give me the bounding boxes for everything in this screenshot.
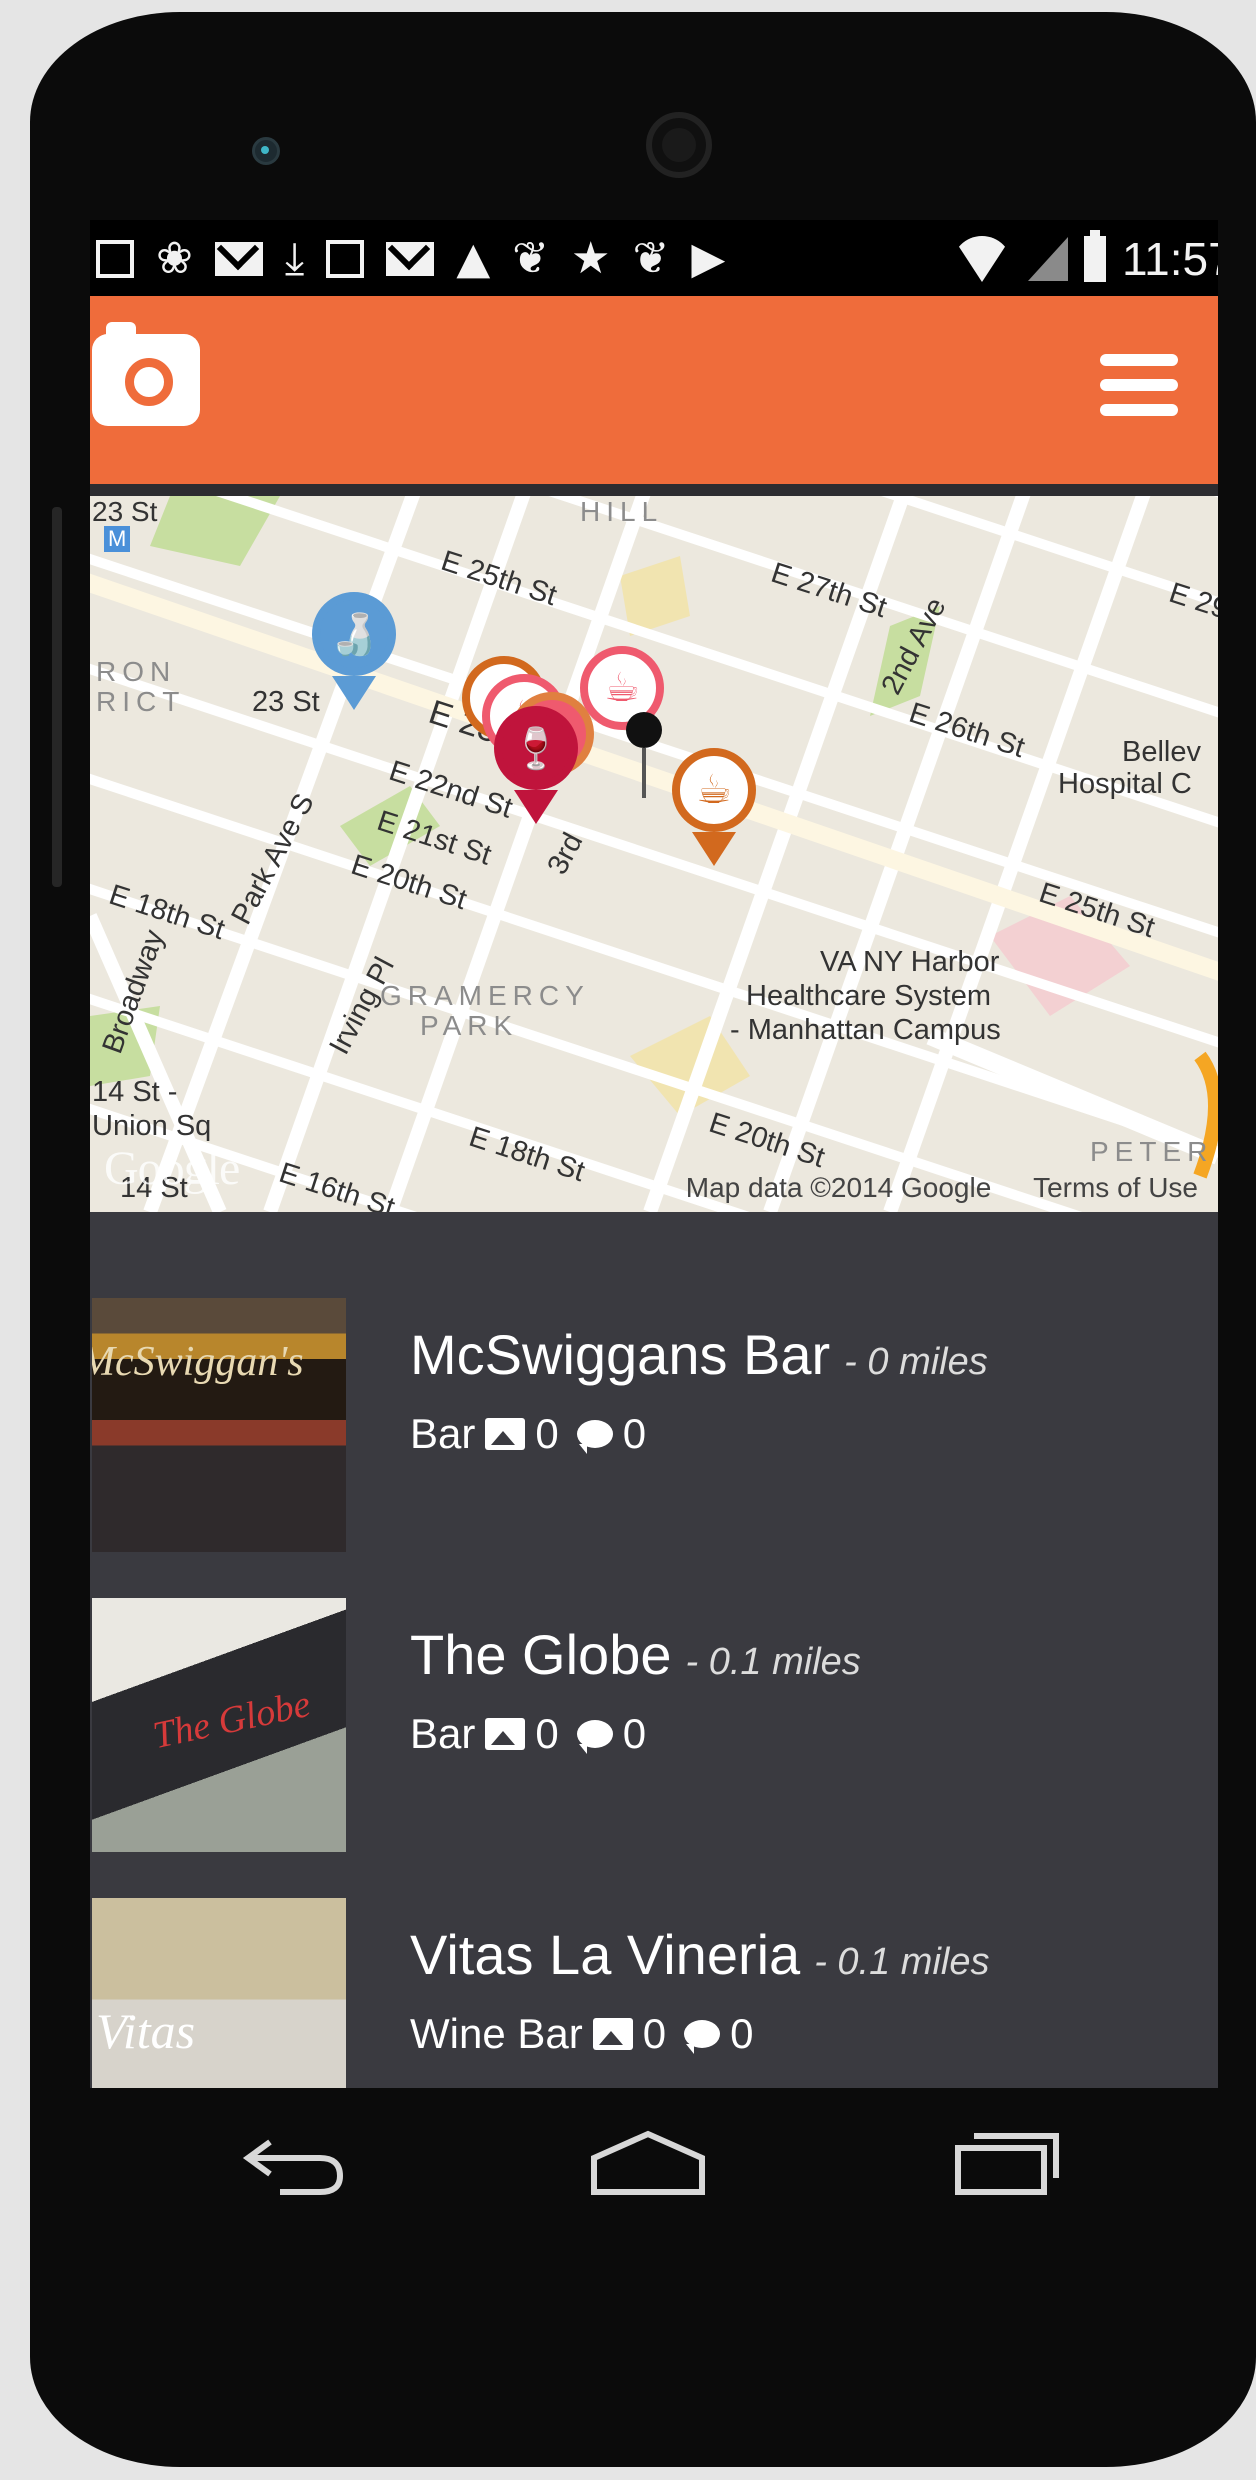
venue-meta: Bar 0 0 bbox=[410, 1710, 646, 1758]
map-label: Bellev bbox=[1122, 736, 1201, 768]
venue-type: Bar bbox=[410, 1410, 476, 1457]
wine-bottle-pin-icon[interactable]: 🍶 bbox=[312, 592, 396, 710]
venue-meta: Wine Bar 0 0 bbox=[410, 2010, 753, 2058]
venue-title: McSwiggans Bar - 0 miles bbox=[410, 1322, 988, 1387]
terms-link[interactable]: Terms of Use bbox=[1033, 1172, 1198, 1203]
map-label: GRAMERCY bbox=[380, 980, 590, 1011]
venue-name: Vitas La Vineria bbox=[410, 1923, 801, 1986]
warning-icon: ▲ bbox=[456, 233, 491, 284]
photo-icon bbox=[485, 1418, 526, 1450]
venue-thumbnail: McSwiggan's bbox=[92, 1298, 346, 1552]
map-label: Union Sq bbox=[92, 1110, 212, 1142]
map-label: Healthcare System bbox=[746, 980, 991, 1012]
venue-title: Vitas La Vineria - 0.1 miles bbox=[410, 1922, 989, 1987]
signal-icon bbox=[1028, 237, 1068, 281]
header-divider bbox=[90, 484, 1218, 496]
map-label: PETER bbox=[1090, 1136, 1214, 1167]
venue-type: Bar bbox=[410, 1710, 476, 1757]
thumbnail-sign: Vitas bbox=[96, 2003, 196, 2059]
twitter-icon: ❦ bbox=[512, 233, 550, 284]
photo-count: 0 bbox=[642, 2010, 667, 2057]
mail-icon bbox=[214, 242, 263, 276]
comment-count: 0 bbox=[622, 1410, 647, 1457]
venue-distance: - 0.1 miles bbox=[685, 1641, 861, 1683]
map-label: - Manhattan Campus bbox=[730, 1014, 1001, 1046]
image-icon bbox=[326, 240, 365, 278]
thumbnail-sign: McSwiggan's bbox=[92, 1339, 304, 1385]
venue-meta: Bar 0 0 bbox=[410, 1410, 646, 1458]
list-item[interactable]: Vitas Vitas La Vineria - 0.1 miles Wine B… bbox=[90, 1870, 1218, 2088]
map-data-text: Map data ©2014 Google bbox=[685, 1172, 992, 1203]
list-item[interactable]: The Globe The Globe - 0.1 miles Bar 0 0 bbox=[90, 1570, 1218, 1852]
coffee-pin-icon[interactable]: ☕ bbox=[672, 748, 756, 866]
map-view[interactable]: 23 St M HILL E 25th St E 27th St 2nd Ave… bbox=[90, 496, 1218, 1212]
venue-thumbnail: Vitas bbox=[92, 1898, 346, 2088]
venue-name: McSwiggans Bar bbox=[410, 1323, 831, 1386]
venue-title: The Globe - 0.1 miles bbox=[410, 1622, 861, 1687]
photo-count: 0 bbox=[535, 1710, 559, 1757]
comment-icon bbox=[576, 1720, 613, 1754]
battery-icon bbox=[1084, 230, 1106, 282]
venue-thumbnail: The Globe bbox=[92, 1598, 346, 1852]
recents-icon[interactable] bbox=[952, 2128, 1062, 2198]
list-item[interactable]: McSwiggan's McSwiggans Bar - 0 miles Bar … bbox=[90, 1270, 1218, 1552]
plus-box-icon bbox=[96, 240, 134, 278]
download-icon: ⤓ bbox=[284, 233, 305, 284]
screen: ❀ ⤓ ▲ ❦ ★ ❦ ▶ 11:57 bbox=[90, 220, 1218, 2088]
hamburger-menu-icon[interactable] bbox=[1100, 354, 1178, 424]
mail-icon bbox=[386, 242, 435, 276]
navigation-bar bbox=[90, 2088, 1218, 2268]
subway-icon: M bbox=[104, 526, 131, 552]
star-icon: ★ bbox=[571, 233, 611, 284]
map-label: 23 St bbox=[252, 686, 320, 718]
venue-name: The Globe bbox=[410, 1623, 672, 1686]
app-header bbox=[90, 296, 1218, 484]
map-label: 23 St bbox=[92, 496, 158, 527]
comment-icon bbox=[684, 2020, 721, 2054]
comment-icon bbox=[576, 1420, 613, 1454]
map-label: RON bbox=[96, 656, 177, 687]
link-icon: ❀ bbox=[156, 233, 193, 284]
wine-glass-pin-icon[interactable]: 🍷 bbox=[494, 706, 578, 824]
status-bar: ❀ ⤓ ▲ ❦ ★ ❦ ▶ 11:57 bbox=[90, 220, 1218, 296]
sensor-icon bbox=[252, 137, 280, 165]
comment-count: 0 bbox=[622, 1710, 647, 1757]
map-label: 14 St - bbox=[92, 1076, 178, 1108]
google-logo: Google bbox=[104, 1142, 240, 1195]
wifi-icon bbox=[952, 236, 1012, 282]
front-camera-icon bbox=[646, 112, 712, 178]
youtube-icon: ▶ bbox=[691, 233, 726, 284]
venue-distance: - 0.1 miles bbox=[814, 1941, 990, 1983]
back-icon[interactable] bbox=[240, 2128, 350, 2198]
home-icon[interactable] bbox=[588, 2128, 708, 2198]
twitter-icon: ❦ bbox=[632, 233, 670, 284]
map-label: RICT bbox=[96, 686, 186, 717]
map-label: VA NY Harbor bbox=[820, 946, 1000, 978]
map-label: HILL bbox=[580, 496, 664, 527]
thumbnail-sign: The Globe bbox=[149, 1682, 314, 1758]
venue-type: Wine Bar bbox=[410, 2010, 583, 2057]
side-button bbox=[52, 507, 62, 887]
venue-distance: - 0 miles bbox=[844, 1341, 988, 1383]
comment-count: 0 bbox=[730, 2010, 754, 2057]
map-label: PARK bbox=[420, 1010, 519, 1041]
clock: 11:57 bbox=[1122, 233, 1218, 285]
photo-icon bbox=[592, 2018, 633, 2050]
camera-icon[interactable] bbox=[92, 322, 200, 426]
photo-icon bbox=[485, 1718, 526, 1750]
photo-count: 0 bbox=[535, 1410, 559, 1457]
current-location-icon bbox=[626, 712, 662, 798]
map-attribution: Map data ©2014 Google Terms of Use bbox=[652, 1172, 1198, 1204]
map-label: Hospital C bbox=[1058, 768, 1192, 800]
